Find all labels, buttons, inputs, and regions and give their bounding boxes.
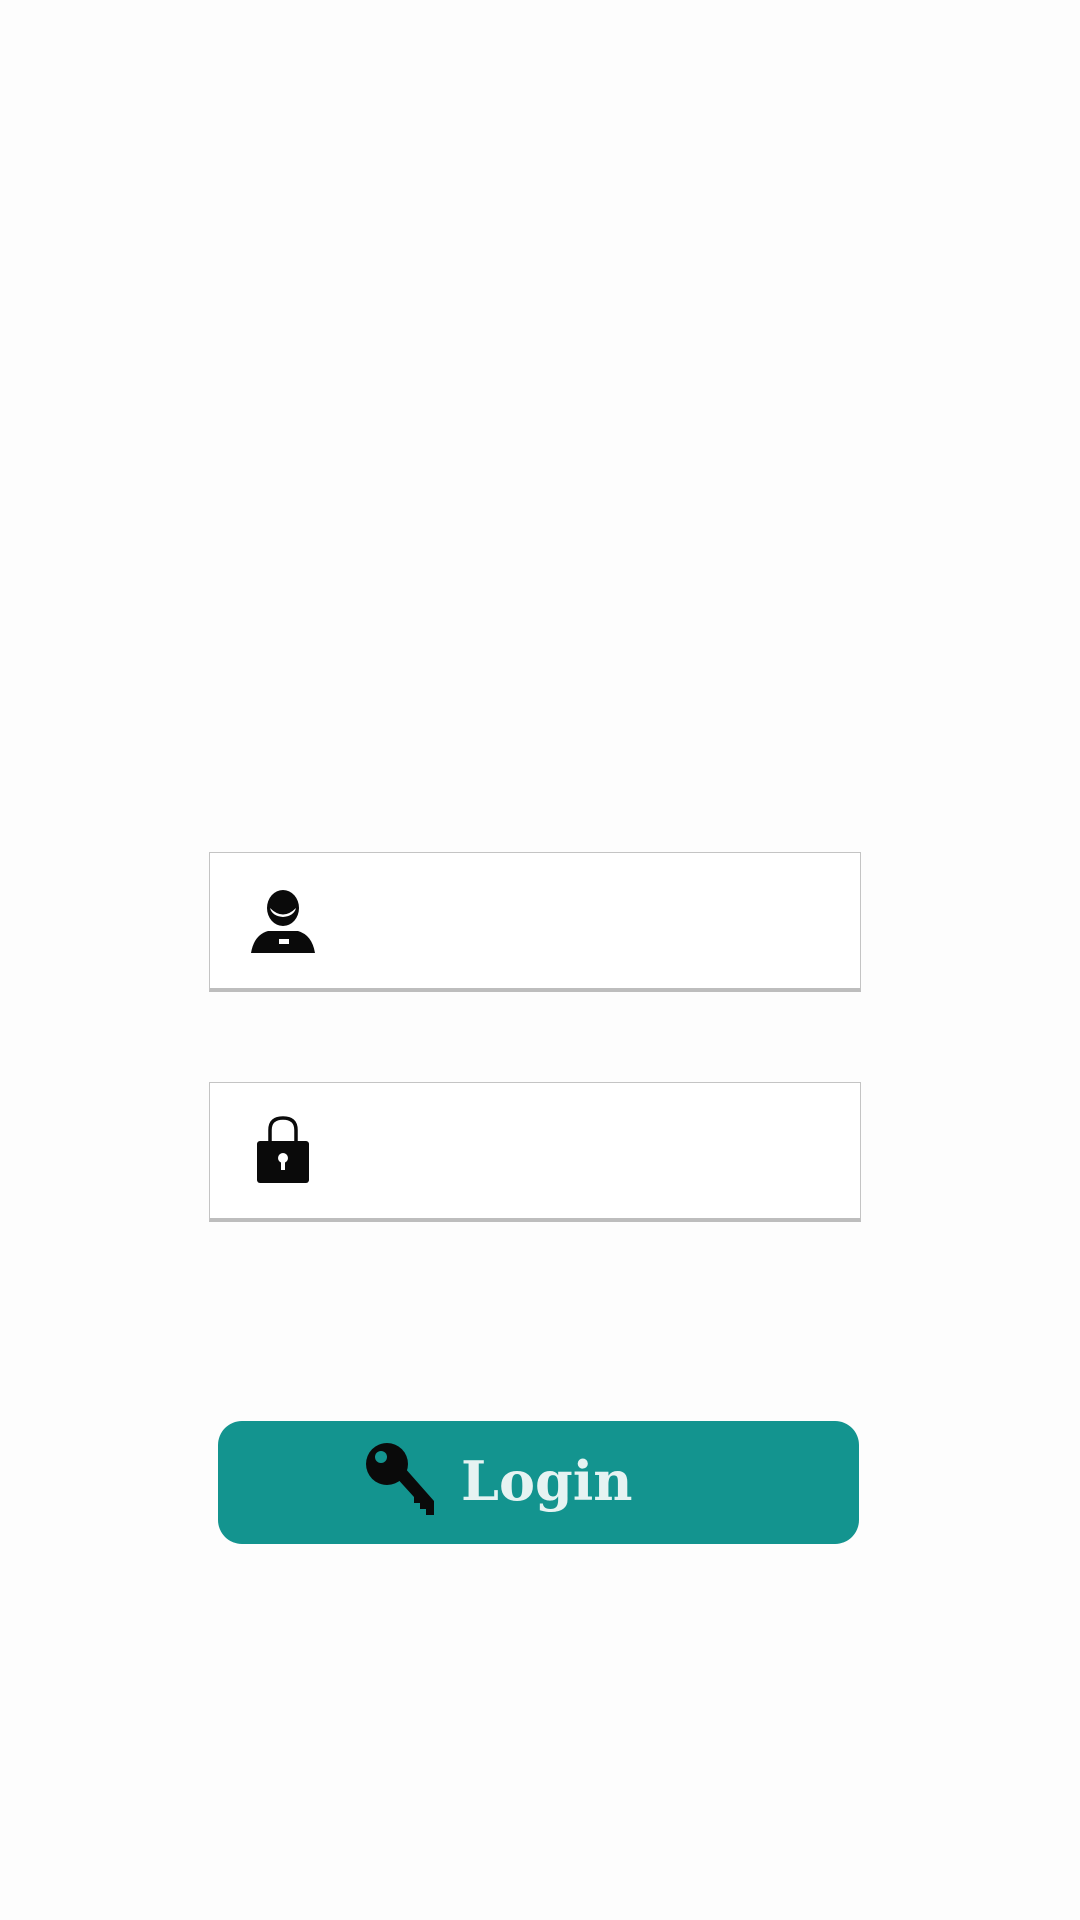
password-field-container[interactable] (209, 1082, 861, 1222)
password-input[interactable] (340, 1113, 834, 1191)
padlock-icon (248, 1115, 318, 1185)
username-field-container[interactable] (209, 852, 861, 992)
login-button-label: Login (461, 1449, 633, 1513)
user-avatar-icon (248, 885, 318, 955)
username-input[interactable] (340, 883, 834, 961)
login-button[interactable]: Login (218, 1421, 859, 1544)
key-icon (364, 1439, 440, 1521)
